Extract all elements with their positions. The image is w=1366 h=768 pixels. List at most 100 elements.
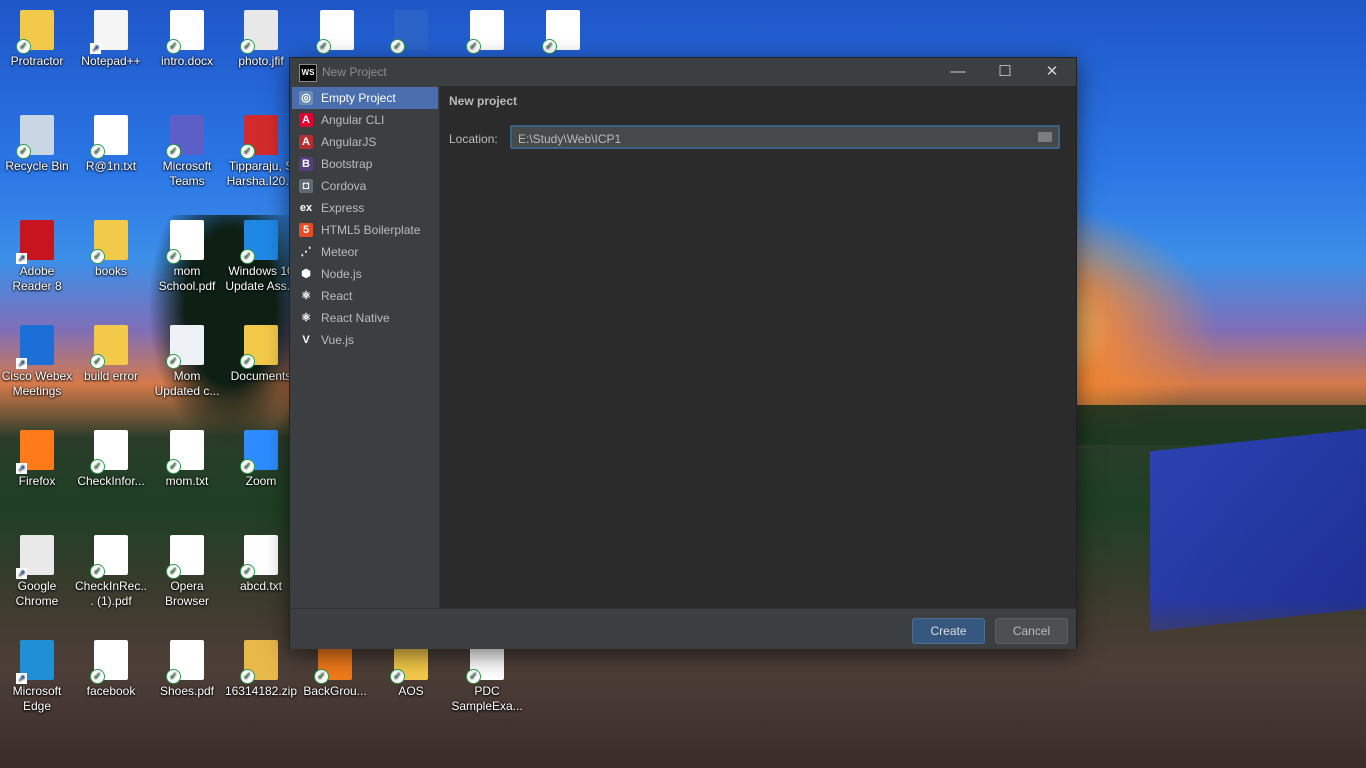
desktop-icon[interactable]: ✓ Opera Browser [150, 533, 224, 609]
desktop-icon[interactable]: ✓ [300, 8, 374, 54]
pdf-icon: ✓ [240, 113, 282, 159]
desktop-icon-label: Cisco Webex Meetings [1, 369, 73, 398]
desktop-icon[interactable]: ✓ 16314182.zip [224, 638, 298, 699]
project-type-angularjs[interactable]: A AngularJS [292, 131, 438, 153]
minimize-button[interactable]: — [935, 58, 981, 86]
photo-icon: ✓ [240, 8, 282, 54]
teams-icon: ✓ [166, 113, 208, 159]
word-doc-icon: ✓ [166, 8, 208, 54]
browse-folder-icon[interactable] [1038, 132, 1052, 142]
desktop-icon-label: CheckInfor... [77, 474, 145, 488]
react-icon: ⚛ [299, 289, 313, 303]
file-icon: ✓ [90, 638, 132, 684]
text-file-icon: ✓ [90, 113, 132, 159]
sync-check-icon: ✓ [166, 564, 181, 579]
desktop-icon[interactable]: ↗ Microsoft Edge [0, 638, 74, 714]
dialog-title: New Project [322, 65, 387, 79]
shortcut-arrow-icon: ↗ [16, 673, 27, 684]
pdf-icon: ✓ [90, 533, 132, 579]
project-type-empty-project[interactable]: ◎ Empty Project [292, 87, 438, 109]
sync-check-icon: ✓ [90, 564, 105, 579]
desktop-icon[interactable]: ✓ CheckInfor... [74, 428, 148, 489]
desktop-icon-label: PDC SampleExa... [451, 684, 523, 713]
express-icon: ex [299, 201, 313, 215]
desktop-icon[interactable]: ✓ Recycle Bin [0, 113, 74, 174]
project-type-label: Express [321, 201, 365, 215]
desktop-icon[interactable]: ✓ Microsoft Teams [150, 113, 224, 189]
desktop-icon[interactable]: ✓ books [74, 218, 148, 279]
webstorm-logo-icon: WS [299, 64, 317, 82]
desktop-icon[interactable]: ✓ Protractor [0, 8, 74, 69]
desktop-icon[interactable]: ✓ [450, 8, 524, 54]
desktop-icon[interactable]: ✓ build error [74, 323, 148, 384]
windows-update-icon: ✓ [240, 218, 282, 264]
maximize-button[interactable]: ☐ [982, 58, 1028, 86]
location-input[interactable]: E:\Study\Web\ICP1 [510, 125, 1060, 149]
desktop-icon-label: R@1n.txt [85, 159, 137, 173]
word-icon: ✓ [390, 8, 432, 54]
sync-check-icon: ✓ [390, 669, 405, 684]
close-button[interactable]: ✕ [1029, 58, 1075, 86]
desktop-icon[interactable]: ✓ mom School.pdf [150, 218, 224, 294]
desktop-icon-label: Tipparaju, S Harsha.I20... [226, 159, 296, 188]
pdf-icon: ✓ [166, 638, 208, 684]
project-type-react[interactable]: ⚛ React [292, 285, 438, 307]
project-type-node-js[interactable]: ⬢ Node.js [292, 263, 438, 285]
desktop-icon-label: books [94, 264, 128, 278]
desktop-icon[interactable]: ✓ Documents [224, 323, 298, 384]
pdf-icon: ✓ [542, 8, 584, 54]
sync-check-icon: ✓ [240, 459, 255, 474]
desktop-icon[interactable]: ✓ Zoom [224, 428, 298, 489]
sync-check-icon: ✓ [90, 669, 105, 684]
desktop-icon[interactable]: ↗ Google Chrome [0, 533, 74, 609]
project-type-vue-js[interactable]: V Vue.js [292, 329, 438, 351]
project-type-bootstrap[interactable]: B Bootstrap [292, 153, 438, 175]
desktop-icon[interactable]: ↗ Cisco Webex Meetings [0, 323, 74, 399]
project-type-angular-cli[interactable]: A Angular CLI [292, 109, 438, 131]
shortcut-arrow-icon: ↗ [16, 253, 27, 264]
project-type-react-native[interactable]: ⚛ React Native [292, 307, 438, 329]
desktop-icon[interactable]: ✓ CheckInRec... (1).pdf [74, 533, 148, 609]
desktop-icon[interactable]: ↗ Adobe Reader 8 [0, 218, 74, 294]
desktop-icon[interactable]: ✓ Mom Updated c... [150, 323, 224, 399]
create-button[interactable]: Create [912, 618, 985, 644]
pdf-icon: ✓ [316, 8, 358, 54]
project-type-cordova[interactable]: ◘ Cordova [292, 175, 438, 197]
pdf-icon: ✓ [466, 8, 508, 54]
desktop-icon-label: BackGrou... [303, 684, 367, 698]
desktop-icon[interactable]: ✓ photo.jfif [224, 8, 298, 69]
desktop-icon[interactable]: ↗ Notepad++ [74, 8, 148, 69]
desktop-icon[interactable]: ✓ PDC SampleExa... [450, 638, 524, 714]
recycle-bin-icon: ✓ [16, 113, 58, 159]
sync-check-icon: ✓ [542, 39, 557, 54]
dialog-titlebar[interactable]: WS New Project — ☐ ✕ [290, 58, 1076, 86]
angularjs-icon: A [299, 135, 313, 149]
desktop-icon-label: Mom Updated c... [154, 369, 220, 398]
desktop-icon[interactable]: ✓ R@1n.txt [74, 113, 148, 174]
desktop-icon-label: Opera Browser [164, 579, 209, 608]
desktop-icon-label: build error [83, 369, 139, 383]
cancel-button[interactable]: Cancel [995, 618, 1068, 644]
desktop-icon[interactable]: ✓ Shoes.pdf [150, 638, 224, 699]
desktop-icon-label: intro.docx [160, 54, 214, 68]
sync-check-icon: ✓ [16, 39, 31, 54]
desktop-icon[interactable]: ✓ facebook [74, 638, 148, 699]
project-type-meteor[interactable]: ⋰ Meteor [292, 241, 438, 263]
desktop-icon-label: AOS [398, 684, 424, 698]
project-type-html5-boilerplate[interactable]: 5 HTML5 Boilerplate [292, 219, 438, 241]
sync-check-icon: ✓ [240, 669, 255, 684]
desktop-icon[interactable]: ↗ Firefox [0, 428, 74, 489]
sync-check-icon: ✓ [240, 564, 255, 579]
desktop-icon[interactable]: ✓ [374, 8, 448, 54]
desktop-icon[interactable]: ✓ Windows 10 Update Ass... [224, 218, 298, 294]
desktop-icon[interactable]: ✓ Tipparaju, S Harsha.I20... [224, 113, 298, 189]
desktop-icon-label: abcd.txt [239, 579, 283, 593]
sync-check-icon: ✓ [90, 144, 105, 159]
desktop-icon[interactable]: ✓ mom.txt [150, 428, 224, 489]
desktop-icon[interactable]: ✓ [526, 8, 600, 54]
desktop-icon-label: CheckInRec... (1).pdf [74, 579, 148, 608]
project-type-express[interactable]: ex Express [292, 197, 438, 219]
desktop-icon[interactable]: ✓ abcd.txt [224, 533, 298, 594]
desktop-icon[interactable]: ✓ intro.docx [150, 8, 224, 69]
project-type-label: AngularJS [321, 135, 377, 149]
